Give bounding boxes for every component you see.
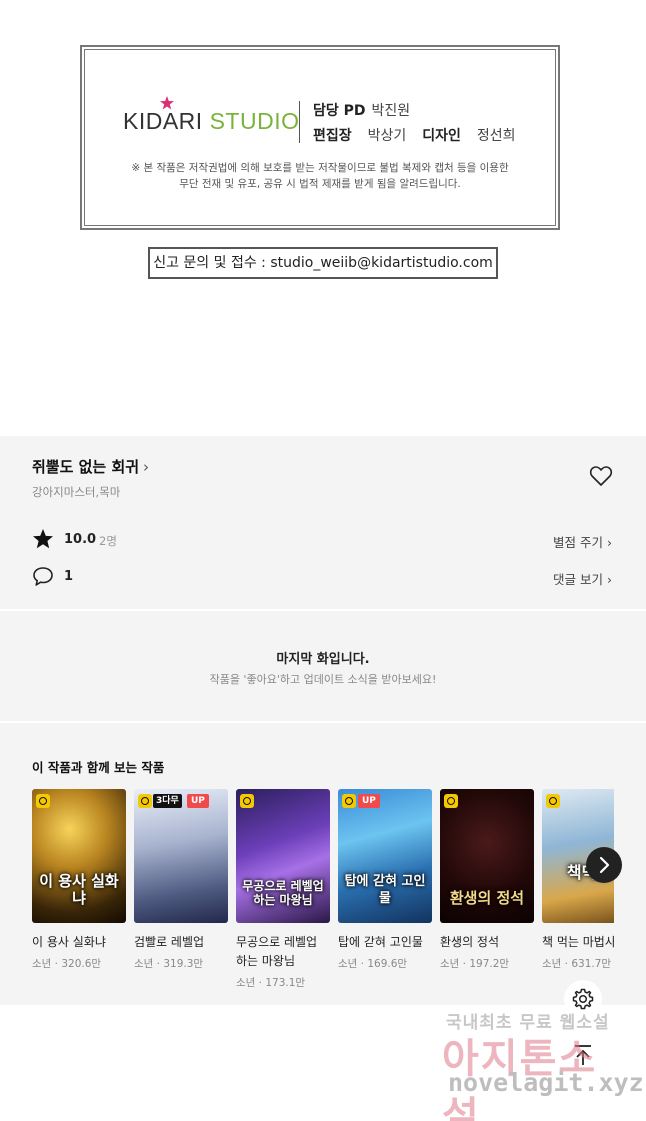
pd-name: 박진원 — [371, 103, 411, 119]
rating-score: 10.0 — [64, 532, 97, 547]
report-contact: 신고 문의 및 접수 : studio_weiib@kidartistudio.… — [148, 247, 498, 279]
cover-thumbnail: UP 탑에 갇혀 고인물 — [338, 789, 432, 923]
card-title: 무공으로 레벨업 하는 마왕님 — [236, 935, 318, 968]
copyright-notice: ※ 본 작품은 저작권법에 의해 보호를 받는 저작물이므로 불법 복제와 캡처… — [131, 162, 509, 190]
cover-thumbnail: 이 용사 실화냐 — [32, 789, 126, 923]
design-name: 정선희 — [476, 128, 516, 144]
last-episode-subtitle: 작품을 '좋아요'하고 업데이트 소식을 받아보세요! — [209, 673, 437, 686]
up-badge: UP — [358, 794, 380, 808]
carousel-next-button[interactable] — [586, 847, 622, 883]
recommend-card[interactable]: 환생의 정석 환생의 정석 소년 · 197.2만 — [440, 789, 534, 971]
card-meta: 소년 · 173.1만 — [236, 977, 306, 989]
clock-icon — [36, 794, 50, 808]
work-authors: 강아지마스터,목마 — [32, 485, 121, 499]
recommend-card[interactable]: 이 용사 실화냐 이 용사 실화냐 소년 · 320.6만 — [32, 789, 126, 971]
design-role: 디자인 — [422, 128, 461, 144]
heart-icon[interactable] — [589, 465, 613, 487]
card-meta: 소년 · 631.7만 — [542, 958, 612, 970]
section-divider — [0, 609, 646, 611]
star-icon — [33, 529, 53, 549]
recommend-card[interactable]: UP 탑에 갇혀 고인물 탑에 갇혀 고인물 소년 · 169.6만 — [338, 789, 432, 971]
cover-title: 무공으로 레벨업하는 마왕님 — [242, 879, 324, 907]
card-title: 검빨로 레벨업 — [134, 935, 205, 949]
rate-button[interactable]: 별점 주기 › — [553, 532, 612, 551]
work-title: 쥐뿔도 없는 회귀 — [32, 458, 140, 476]
cover-title: 이 용사 실화냐 — [39, 872, 119, 907]
editor-role: 편집장 — [313, 128, 352, 144]
cover-thumbnail: 환생의 정석 — [440, 789, 534, 923]
free-badge: 3다무 — [153, 794, 182, 808]
clock-icon — [342, 794, 356, 808]
last-episode-title: 마지막 화입니다. — [276, 652, 370, 667]
credit-divider — [299, 101, 300, 143]
site-watermark: 국내최초 무료 웹소설 아지톤소설 novelagit.xyz — [442, 1013, 644, 1121]
card-meta: 소년 · 320.6만 — [32, 958, 102, 970]
card-meta: 소년 · 319.3만 — [134, 958, 204, 970]
cover-title: 탑에 갇혀 고인물 — [344, 874, 426, 906]
card-title: 책 먹는 마법사 — [542, 935, 614, 949]
recommend-card[interactable]: 3다무 UP 검빨로 레벨업 소년 · 319.3만 — [134, 789, 228, 971]
section-divider — [0, 721, 646, 723]
card-title: 환생의 정석 — [440, 935, 500, 949]
recommend-carousel: 이 용사 실화냐 이 용사 실화냐 소년 · 320.6만 3다무 UP 검빨로… — [32, 789, 614, 999]
rating-row: 10.0 2명 별점 주기 › — [32, 528, 614, 554]
chevron-right-icon — [599, 856, 610, 874]
recommend-heading: 이 작품과 함께 보는 작품 — [32, 760, 165, 775]
card-meta: 소년 · 197.2만 — [440, 958, 510, 970]
chevron-right-icon: › — [143, 458, 150, 476]
card-title: 탑에 갇혀 고인물 — [338, 935, 423, 949]
card-title: 이 용사 실화냐 — [32, 935, 106, 949]
rating-count: 2명 — [99, 534, 117, 548]
cover-title: 환생의 정석 — [449, 889, 525, 907]
work-title-link[interactable]: 쥐뿔도 없는 회귀 › — [32, 456, 149, 477]
recommend-card[interactable]: 무공으로 레벨업하는 마왕님 무공으로 레벨업 하는 마왕님 소년 · 173.… — [236, 789, 330, 990]
cover-thumbnail: 3다무 UP — [134, 789, 228, 923]
view-comments-button[interactable]: 댓글 보기 › — [553, 569, 612, 588]
comment-row: 1 댓글 보기 › — [32, 565, 614, 591]
clock-icon — [240, 794, 254, 808]
comment-count: 1 — [64, 569, 74, 584]
card-meta: 소년 · 169.6만 — [338, 958, 408, 970]
cover-thumbnail: 무공으로 레벨업하는 마왕님 — [236, 789, 330, 923]
clock-icon — [444, 794, 458, 808]
clock-icon — [138, 794, 152, 808]
editor-name: 박상기 — [367, 128, 407, 144]
clock-icon — [546, 794, 560, 808]
kidari-studio-logo: KIDARI STUDIO — [123, 108, 300, 134]
pd-role: 담당 PD — [313, 103, 366, 119]
credit-staff: 담당 PD 박진원 편집장 박상기 디자인 정선희 — [313, 99, 516, 149]
up-badge: UP — [187, 794, 209, 808]
comment-icon — [33, 567, 53, 586]
